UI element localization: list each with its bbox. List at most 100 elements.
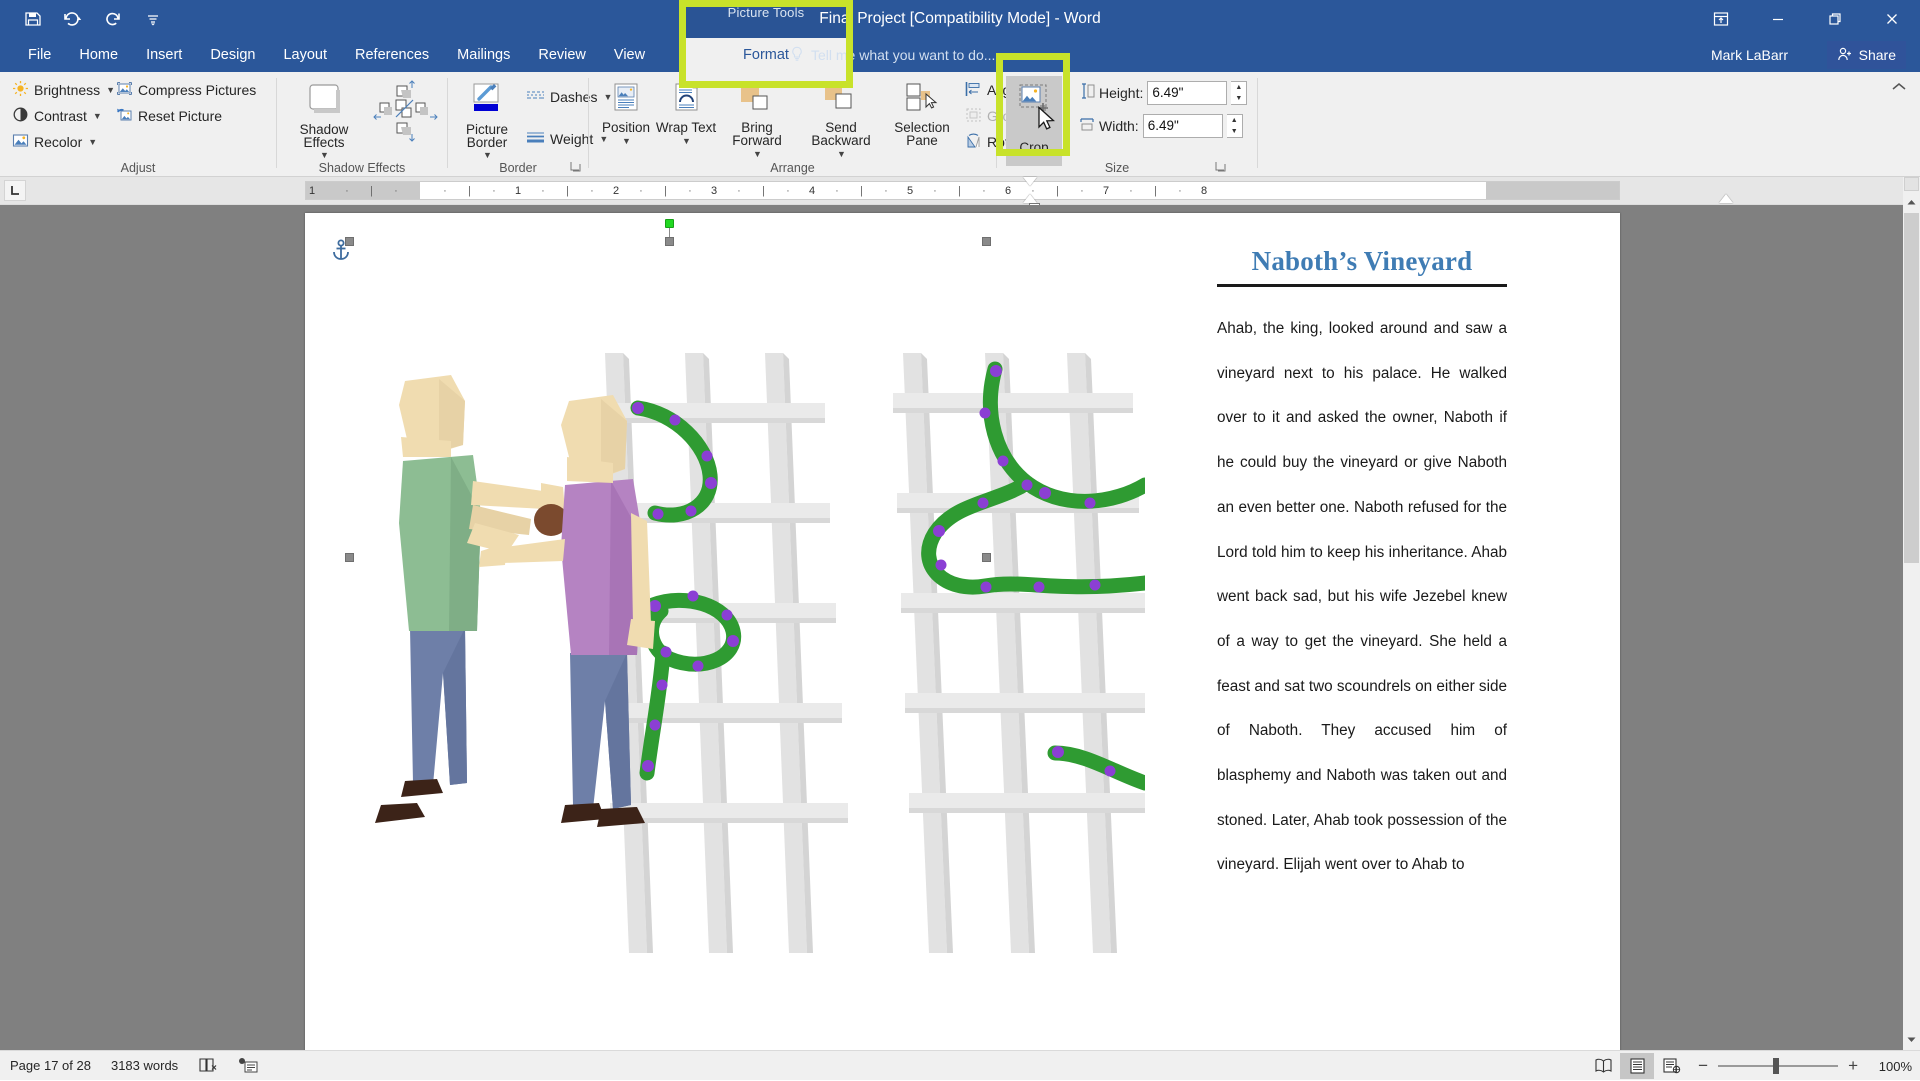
size-dialog-launcher[interactable] <box>1215 160 1229 174</box>
selection-handle-middle-left[interactable] <box>345 553 354 562</box>
ruler-area: 1·|··|·1·|·2·|·3·|·4·|·5·|·6·|·7·|·8 <box>0 177 1920 205</box>
recolor-button[interactable]: Recolor ▼ <box>8 129 119 155</box>
selection-handle-top-center[interactable] <box>665 237 674 246</box>
ruler-tick: · <box>542 182 545 199</box>
selection-pane-button[interactable]: Selection Pane <box>885 76 959 147</box>
zoom-out-button[interactable]: − <box>1698 1056 1708 1076</box>
reset-picture-button[interactable]: Reset Picture <box>112 103 260 129</box>
align-icon <box>965 81 982 100</box>
shadow-effects-label: Shadow Effects <box>287 123 361 149</box>
shadow-effects-button[interactable]: Shadow Effects ▼ <box>287 76 361 162</box>
web-layout-icon[interactable] <box>1654 1053 1688 1079</box>
tab-stop-selector[interactable] <box>4 180 26 201</box>
body-paragraph[interactable]: Ahab, the king, looked around and saw a … <box>1217 307 1507 888</box>
height-spin-down[interactable]: ▼ <box>1231 93 1246 104</box>
shape-height-row: Height: 6.49" ▲ ▼ <box>1079 80 1247 106</box>
brightness-button[interactable]: Brightness ▼ <box>8 77 119 103</box>
share-label: Share <box>1859 47 1896 63</box>
split-window-handle[interactable] <box>1904 177 1919 191</box>
share-person-icon <box>1837 46 1853 65</box>
height-label: Height: <box>1099 85 1143 101</box>
width-spinner[interactable]: ▲ ▼ <box>1227 114 1243 138</box>
tab-design[interactable]: Design <box>196 38 269 72</box>
macro-record-icon[interactable] <box>228 1051 268 1081</box>
rotate-handle[interactable] <box>665 219 674 228</box>
page-indicator[interactable]: Page 17 of 28 <box>0 1051 101 1081</box>
document-canvas[interactable]: Naboth’s Vineyard Ahab, the king, looked… <box>0 205 1920 1050</box>
reset-picture-icon <box>116 106 133 126</box>
document-text-column[interactable]: Naboth’s Vineyard Ahab, the king, looked… <box>1217 245 1507 888</box>
ribbon-group-adjust: Brightness ▼ Contrast ▼ Recolor ▼ <box>0 72 276 177</box>
chevron-down-icon: ▼ <box>622 135 631 148</box>
word-count[interactable]: 3183 words <box>101 1051 188 1081</box>
crop-label: Crop <box>1019 141 1048 154</box>
compress-pictures-button[interactable]: Compress Pictures <box>112 77 260 103</box>
width-spin-down[interactable]: ▼ <box>1227 126 1242 137</box>
nudge-shadow-down-icon[interactable] <box>395 122 417 149</box>
crop-button[interactable]: Crop <box>1006 76 1062 166</box>
restore-icon[interactable] <box>1806 0 1863 38</box>
height-input[interactable]: 6.49" <box>1147 81 1227 105</box>
wrap-text-button[interactable]: Wrap Text ▼ <box>655 76 717 148</box>
ribbon-group-shadow-effects: Shadow Effects ▼ Shadow Effects <box>277 72 447 177</box>
minimize-icon[interactable] <box>1749 0 1806 38</box>
scroll-down-icon[interactable] <box>1903 1030 1920 1048</box>
scrollbar-thumb[interactable] <box>1904 213 1919 563</box>
bring-forward-button[interactable]: Bring Forward ▼ <box>717 76 797 161</box>
ruler-tick: | <box>958 182 961 199</box>
width-spin-up[interactable]: ▲ <box>1227 115 1242 126</box>
read-mode-icon[interactable] <box>1586 1053 1620 1079</box>
nudge-shadow-right-icon[interactable] <box>415 100 439 125</box>
ruler-tick: 6 <box>1002 182 1014 199</box>
close-icon[interactable] <box>1863 0 1920 38</box>
tab-view[interactable]: View <box>600 38 659 72</box>
share-button[interactable]: Share <box>1827 41 1906 69</box>
picture-border-button[interactable]: Picture Border ▼ <box>456 76 518 162</box>
dashes-icon <box>526 87 545 107</box>
bring-forward-label: Bring Forward <box>717 121 797 147</box>
zoom-level[interactable]: 100% <box>1868 1059 1912 1074</box>
group-separator <box>1257 78 1258 168</box>
scroll-up-icon[interactable] <box>1903 193 1920 211</box>
hanging-indent-marker[interactable] <box>1023 194 1037 203</box>
document-page[interactable]: Naboth’s Vineyard Ahab, the king, looked… <box>305 213 1620 1053</box>
tab-home[interactable]: Home <box>65 38 132 72</box>
proofing-errors-icon[interactable] <box>188 1051 228 1081</box>
first-line-indent-marker[interactable] <box>1023 177 1037 186</box>
chevron-down-icon: ▼ <box>837 148 846 161</box>
vertical-scrollbar[interactable] <box>1903 177 1920 1050</box>
ruler-tick: · <box>885 182 888 199</box>
tab-insert[interactable]: Insert <box>132 38 196 72</box>
tab-mailings[interactable]: Mailings <box>443 38 524 72</box>
ruler-tick: · <box>787 182 790 199</box>
selection-handle-middle-right[interactable] <box>982 553 991 562</box>
send-backward-button[interactable]: Send Backward ▼ <box>799 76 883 161</box>
nudge-shadow-left-icon[interactable] <box>373 100 395 125</box>
position-button[interactable]: Position ▼ <box>595 76 657 148</box>
tab-review[interactable]: Review <box>524 38 600 72</box>
right-indent-marker[interactable] <box>1719 194 1733 203</box>
print-layout-icon[interactable] <box>1620 1053 1654 1079</box>
ribbon-display-options-icon[interactable] <box>1692 0 1749 38</box>
height-spinner[interactable]: ▲ ▼ <box>1231 81 1247 105</box>
tab-references[interactable]: References <box>341 38 443 72</box>
page-title: Naboth’s Vineyard <box>1217 245 1507 277</box>
shape-width-icon <box>1079 115 1095 138</box>
zoom-slider-thumb[interactable] <box>1773 1058 1779 1074</box>
selection-handle-top-left[interactable] <box>345 237 354 246</box>
zoom-in-button[interactable]: + <box>1848 1056 1858 1076</box>
document-illustration[interactable] <box>355 353 1145 953</box>
tab-layout[interactable]: Layout <box>269 38 341 72</box>
width-input[interactable]: 6.49" <box>1143 114 1223 138</box>
contrast-button[interactable]: Contrast ▼ <box>8 103 119 129</box>
tab-file[interactable]: File <box>14 38 65 72</box>
tell-me-box[interactable]: Tell me what you want to do... <box>790 38 995 72</box>
horizontal-ruler[interactable]: 1·|··|·1·|·2·|·3·|·4·|·5·|·6·|·7·|·8 <box>305 181 1620 200</box>
zoom-slider-track[interactable] <box>1718 1065 1838 1067</box>
height-spin-up[interactable]: ▲ <box>1231 82 1246 93</box>
border-dialog-launcher[interactable] <box>570 160 584 174</box>
selection-handle-top-right[interactable] <box>982 237 991 246</box>
account-name[interactable]: Mark LaBarr <box>1711 38 1788 72</box>
chevron-up-icon[interactable] <box>1888 77 1910 97</box>
ruler-tick: · <box>738 182 741 199</box>
